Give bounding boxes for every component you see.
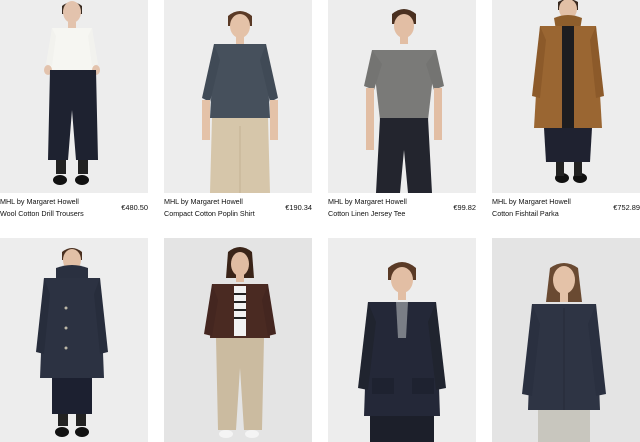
- product-price: €480.50: [121, 203, 148, 212]
- model-navy-blazer-icon: [328, 238, 476, 442]
- product-price: €752.89: [613, 203, 640, 212]
- product-card[interactable]: MHL by Margaret Howell Cotton Linen Jers…: [328, 0, 476, 222]
- product-image[interactable]: [164, 0, 312, 193]
- product-image[interactable]: [328, 238, 476, 442]
- model-tan-parka-icon: [492, 0, 640, 193]
- product-card[interactable]: MHL by Margaret Howell Wool Cotton Drill…: [0, 0, 148, 222]
- model-brown-jacket-chinos-icon: [164, 238, 312, 442]
- product-image[interactable]: [164, 238, 312, 442]
- model-slate-shirt-beige-skirt-icon: [164, 0, 312, 193]
- product-image[interactable]: [0, 0, 148, 193]
- model-navy-overshirt-icon: [492, 238, 640, 442]
- product-image[interactable]: [492, 238, 640, 442]
- product-image[interactable]: [0, 238, 148, 442]
- product-card[interactable]: [492, 238, 640, 442]
- model-grey-tee-navy-trousers-icon: [328, 0, 476, 193]
- product-image[interactable]: [492, 0, 640, 193]
- product-card[interactable]: MHL by Margaret Howell Compact Cotton Po…: [164, 0, 312, 222]
- product-card[interactable]: MHL by Margaret Howell Cotton Fishtail P…: [492, 0, 640, 222]
- model-navy-duffle-coat-icon: [0, 238, 148, 442]
- model-white-shirt-navy-trousers-icon: [0, 0, 148, 193]
- product-card[interactable]: [328, 238, 476, 442]
- product-image[interactable]: [328, 0, 476, 193]
- product-price: €190.34: [285, 203, 312, 212]
- product-card[interactable]: [0, 238, 148, 442]
- product-price: €99.82: [453, 203, 476, 212]
- product-card[interactable]: [164, 238, 312, 442]
